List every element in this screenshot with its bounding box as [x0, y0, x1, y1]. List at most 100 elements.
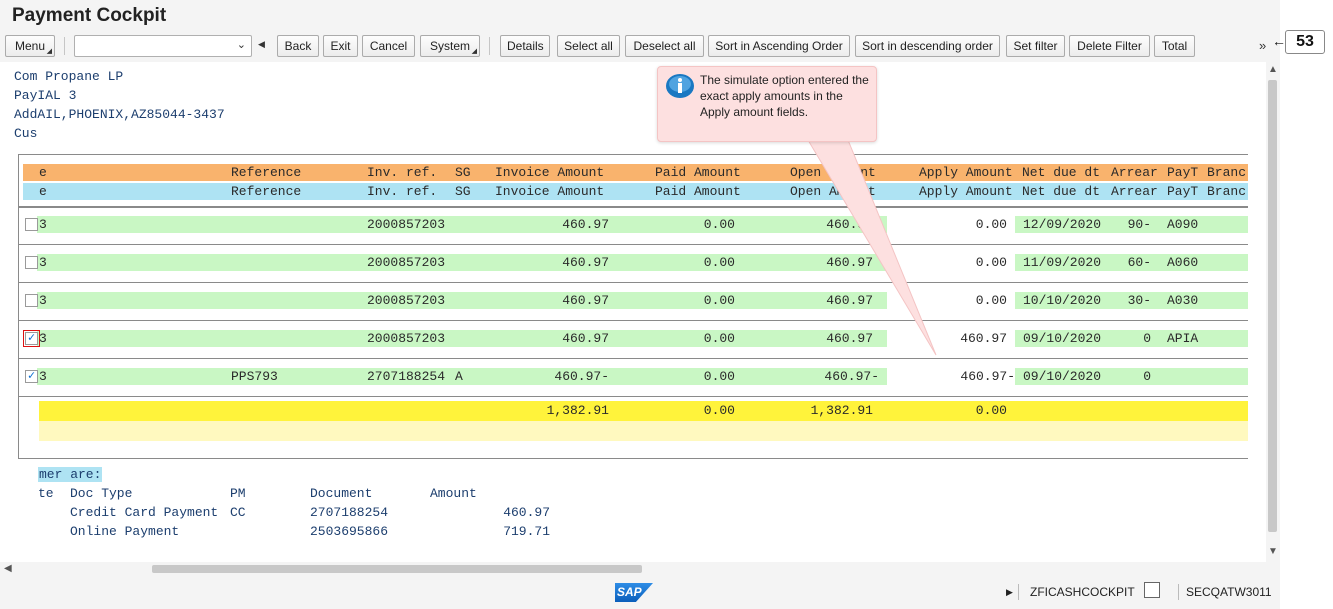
column-header-arrear: Arrear: [1111, 184, 1158, 199]
cell-inv-ref: 2000857203: [367, 331, 446, 346]
column-header-branch: Branc: [1207, 184, 1247, 199]
table-row: ✓ 3 2000857203 460.97 0.00 460.97 460.97…: [19, 321, 1248, 359]
cancel-button[interactable]: Cancel: [362, 35, 415, 57]
open-items-table: e Reference Inv. ref. SG Invoice Amount …: [18, 154, 1248, 459]
table-row: 3 2000857203 460.97 0.00 460.97 0.00 11/…: [19, 245, 1248, 283]
details-button[interactable]: Details: [500, 35, 550, 57]
arrow-left-icon: ←: [1272, 33, 1286, 49]
apply-amount-input[interactable]: 460.97: [889, 330, 1007, 347]
apply-amount-input[interactable]: 0.00: [889, 292, 1007, 309]
column-header-net-due: Net due dt: [1022, 184, 1101, 199]
cell-arrear: 90-: [1127, 217, 1151, 232]
horizontal-scroll-thumb[interactable]: [152, 565, 642, 573]
summary-col-pm: PM: [230, 486, 246, 501]
total-invoice-amount: 1,382.91: [546, 403, 609, 418]
cell-paid-amount: 0.00: [703, 217, 735, 232]
command-field[interactable]: ⌄: [74, 35, 252, 57]
customer-name: Com Propane LP: [14, 69, 124, 84]
cell-invoice-amount: 460.97: [562, 255, 609, 270]
summary-col-amount: Amount: [430, 486, 477, 501]
set-filter-button[interactable]: Set filter: [1006, 35, 1065, 57]
apply-amount-input[interactable]: 0.00: [889, 254, 1007, 271]
cell-payt: A060: [1167, 255, 1199, 270]
status-separator: [1018, 584, 1019, 600]
system-id: SECQATW3011: [1186, 585, 1272, 599]
cell-open-amount: 460.97: [826, 331, 873, 346]
transaction-code: ZFICASHCOCKPIT: [1030, 585, 1135, 599]
column-header-sg[interactable]: SG: [455, 164, 471, 181]
exit-button[interactable]: Exit: [323, 35, 358, 57]
menu-button[interactable]: Menu ◢: [5, 35, 55, 57]
column-header-invoice-amount[interactable]: Invoice Amount: [495, 164, 604, 181]
summary-document: 2503695866: [310, 524, 389, 539]
table-header-row: e Reference Inv. ref. SG Invoice Amount …: [23, 164, 1248, 181]
column-header-inv-ref[interactable]: Inv. ref.: [367, 164, 437, 181]
row-checkbox[interactable]: [25, 218, 38, 231]
status-bar: SAP ▶ ZFICASHCOCKPIT SECQATW3011: [0, 576, 1280, 609]
column-header-invoice-amount: Invoice Amount: [495, 184, 605, 199]
column-header-net-due[interactable]: Net due dt: [1022, 164, 1100, 181]
cell-paid-amount: 0.00: [703, 255, 735, 270]
summary-doctype: Online Payment: [70, 524, 180, 539]
menu-button-label: Menu: [14, 39, 46, 53]
cell-net-due: 10/10/2020: [1023, 293, 1102, 308]
select-all-button[interactable]: Select all: [557, 35, 620, 57]
address-line: AddAIL,PHOENIX,AZ85044-3437: [14, 107, 225, 122]
cell-arrear: 0: [1143, 369, 1151, 384]
cell-inv-ref: 2707188254: [367, 369, 446, 384]
scroll-down-icon[interactable]: ▼: [1268, 546, 1278, 557]
table-row: ✓ 3 PPS793 2707188254 A 460.97- 0.00 460…: [19, 359, 1248, 397]
column-header-paid-amount[interactable]: Paid Amount: [655, 164, 741, 181]
scroll-up-icon[interactable]: ▲: [1268, 64, 1278, 75]
column-header-payt[interactable]: PayT: [1167, 164, 1198, 181]
row-checkbox[interactable]: [25, 256, 38, 269]
sort-descending-button[interactable]: Sort in descending order: [855, 35, 1000, 57]
session-info-icon[interactable]: [1144, 582, 1160, 598]
sort-ascending-button[interactable]: Sort in Ascending Order: [708, 35, 850, 57]
horizontal-scrollbar[interactable]: ◀: [0, 562, 1266, 576]
page-title: Payment Cockpit: [12, 5, 167, 26]
chevron-down-icon[interactable]: ⌄: [237, 38, 246, 51]
cell-net-due: 11/09/2020: [1023, 255, 1102, 270]
dropdown-corner-icon: ◢: [471, 48, 477, 55]
column-header-open-amount[interactable]: Open Amount: [790, 164, 876, 181]
delete-filter-button[interactable]: Delete Filter: [1069, 35, 1150, 57]
cell-net-due: 09/10/2020: [1023, 331, 1102, 346]
vertical-scrollbar[interactable]: ▲ ▼: [1266, 62, 1280, 562]
system-button[interactable]: System ◢: [420, 35, 480, 57]
column-header-arrear[interactable]: Arrear: [1111, 164, 1158, 181]
cell-c0: 3: [39, 217, 47, 232]
row-checkbox[interactable]: ✓: [25, 370, 38, 383]
cell-c0: 3: [39, 255, 47, 270]
vertical-scroll-thumb[interactable]: [1268, 80, 1277, 532]
status-expand-icon[interactable]: ▶: [1006, 587, 1013, 598]
cell-arrear: 0: [1143, 331, 1151, 346]
row-checkbox[interactable]: ✓: [23, 330, 40, 347]
more-actions-icon[interactable]: »: [1259, 38, 1266, 53]
deselect-all-button[interactable]: Deselect all: [625, 35, 704, 57]
status-separator: [1178, 584, 1179, 600]
row-checkbox[interactable]: [25, 294, 38, 307]
cell-invoice-amount: 460.97: [562, 293, 609, 308]
system-button-label: System: [429, 39, 470, 53]
nav-left-icon[interactable]: ◀: [258, 39, 265, 50]
back-button[interactable]: Back: [277, 35, 319, 57]
tooltip-text: The simulate option entered the exact ap…: [700, 73, 869, 119]
column-header-reference[interactable]: Reference: [231, 164, 301, 181]
payer-line: PayIAL 3: [14, 88, 77, 103]
scroll-left-icon[interactable]: ◀: [4, 563, 12, 574]
summary-pm: CC: [230, 505, 246, 520]
cell-inv-ref: 2000857203: [367, 255, 446, 270]
cell-payt: A090: [1167, 217, 1199, 232]
toolbar-separator: [489, 37, 490, 55]
total-button[interactable]: Total: [1154, 35, 1195, 57]
column-header-branch[interactable]: Branc: [1207, 164, 1246, 181]
report-output: Com Propane LP PayIAL 3 AddAIL,PHOENIX,A…: [0, 62, 1266, 562]
apply-amount-input[interactable]: 0.00: [889, 216, 1007, 233]
apply-amount-input[interactable]: 460.97-: [889, 368, 1015, 385]
cell-open-amount: 460.97-: [824, 369, 879, 384]
column-header-payt: PayT: [1167, 184, 1199, 199]
column-header[interactable]: e: [39, 164, 47, 181]
column-header-apply-amount[interactable]: Apply Amount: [919, 164, 1013, 181]
column-header-paid-amount: Paid Amount: [655, 184, 741, 199]
